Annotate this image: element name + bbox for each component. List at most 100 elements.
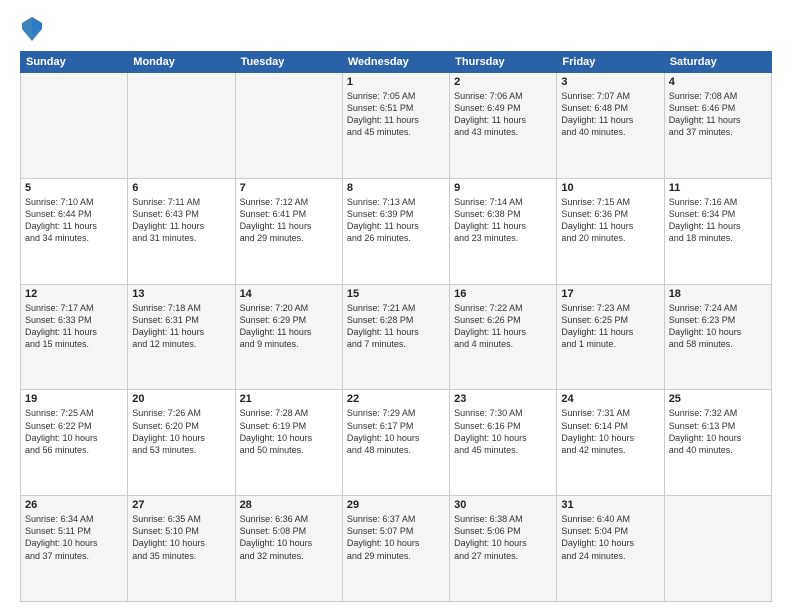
day-number: 18 [669,288,767,300]
day-info: Sunrise: 7:11 AM Sunset: 6:43 PM Dayligh… [132,196,230,245]
calendar-cell: 11Sunrise: 7:16 AM Sunset: 6:34 PM Dayli… [664,178,771,284]
day-number: 2 [454,76,552,88]
day-number: 5 [25,182,123,194]
calendar-cell: 1 Sunrise: 7:05 AM Sunset: 6:51 PM Daylig… [342,73,449,179]
day-info: Sunrise: 7:14 AM Sunset: 6:38 PM Dayligh… [454,196,552,245]
calendar-cell: 30Sunrise: 6:38 AM Sunset: 5:06 PM Dayli… [450,496,557,602]
day-number: 12 [25,288,123,300]
day-number: 16 [454,288,552,300]
calendar-cell: 22 Sunrise: 7:29 AM Sunset: 6:17 PM Dayli… [342,390,449,496]
weekday-header-wednesday: Wednesday [342,52,449,73]
calendar-cell: 27 Sunrise: 6:35 AM Sunset: 5:10 PM Dayli… [128,496,235,602]
calendar-cell: 19 Sunrise: 7:25 AM Sunset: 6:22 PM Dayli… [21,390,128,496]
weekday-header-monday: Monday [128,52,235,73]
day-info: Sunrise: 7:17 AM Sunset: 6:33 PM Dayligh… [25,302,123,351]
day-info: Sunrise: 6:34 AM Sunset: 5:11 PM Dayligh… [25,513,123,562]
day-number: 17 [561,288,659,300]
day-info: Sunrise: 7:13 AM Sunset: 6:39 PM Dayligh… [347,196,445,245]
header [20,15,772,43]
weekday-header-tuesday: Tuesday [235,52,342,73]
calendar-cell: 12 Sunrise: 7:17 AM Sunset: 6:33 PM Dayli… [21,284,128,390]
week-row-5: 26 Sunrise: 6:34 AM Sunset: 5:11 PM Dayli… [21,496,772,602]
calendar-cell: 13 Sunrise: 7:18 AM Sunset: 6:31 PM Dayli… [128,284,235,390]
day-info: Sunrise: 7:31 AM Sunset: 6:14 PM Dayligh… [561,407,659,456]
day-info: Sunrise: 6:35 AM Sunset: 5:10 PM Dayligh… [132,513,230,562]
calendar-cell: 8 Sunrise: 7:13 AM Sunset: 6:39 PM Daylig… [342,178,449,284]
day-number: 20 [132,393,230,405]
week-row-4: 19 Sunrise: 7:25 AM Sunset: 6:22 PM Dayli… [21,390,772,496]
day-number: 27 [132,499,230,511]
calendar-cell: 5 Sunrise: 7:10 AM Sunset: 6:44 PM Daylig… [21,178,128,284]
day-info: Sunrise: 7:22 AM Sunset: 6:26 PM Dayligh… [454,302,552,351]
day-info: Sunrise: 7:23 AM Sunset: 6:25 PM Dayligh… [561,302,659,351]
weekday-header-row: SundayMondayTuesdayWednesdayThursdayFrid… [21,52,772,73]
day-number: 7 [240,182,338,194]
calendar-cell [235,73,342,179]
calendar-cell: 26 Sunrise: 6:34 AM Sunset: 5:11 PM Dayli… [21,496,128,602]
calendar-cell: 28Sunrise: 6:36 AM Sunset: 5:08 PM Dayli… [235,496,342,602]
day-number: 29 [347,499,445,511]
day-info: Sunrise: 7:18 AM Sunset: 6:31 PM Dayligh… [132,302,230,351]
logo [20,15,48,43]
day-info: Sunrise: 7:26 AM Sunset: 6:20 PM Dayligh… [132,407,230,456]
day-number: 4 [669,76,767,88]
day-info: Sunrise: 7:12 AM Sunset: 6:41 PM Dayligh… [240,196,338,245]
calendar-cell: 17 Sunrise: 7:23 AM Sunset: 6:25 PM Dayli… [557,284,664,390]
calendar-cell: 7 Sunrise: 7:12 AM Sunset: 6:41 PM Daylig… [235,178,342,284]
day-info: Sunrise: 7:25 AM Sunset: 6:22 PM Dayligh… [25,407,123,456]
day-number: 3 [561,76,659,88]
day-number: 1 [347,76,445,88]
week-row-3: 12 Sunrise: 7:17 AM Sunset: 6:33 PM Dayli… [21,284,772,390]
calendar-cell: 25 Sunrise: 7:32 AM Sunset: 6:13 PM Dayli… [664,390,771,496]
calendar-cell [128,73,235,179]
calendar-table: SundayMondayTuesdayWednesdayThursdayFrid… [20,51,772,602]
day-info: Sunrise: 7:21 AM Sunset: 6:28 PM Dayligh… [347,302,445,351]
day-info: Sunrise: 7:20 AM Sunset: 6:29 PM Dayligh… [240,302,338,351]
calendar-cell: 6 Sunrise: 7:11 AM Sunset: 6:43 PM Daylig… [128,178,235,284]
calendar-cell: 16 Sunrise: 7:22 AM Sunset: 6:26 PM Dayli… [450,284,557,390]
day-number: 24 [561,393,659,405]
day-number: 23 [454,393,552,405]
day-number: 14 [240,288,338,300]
calendar-cell: 18Sunrise: 7:24 AM Sunset: 6:23 PM Dayli… [664,284,771,390]
calendar-cell: 29 Sunrise: 6:37 AM Sunset: 5:07 PM Dayli… [342,496,449,602]
calendar-cell: 10Sunrise: 7:15 AM Sunset: 6:36 PM Dayli… [557,178,664,284]
day-info: Sunrise: 7:07 AM Sunset: 6:48 PM Dayligh… [561,90,659,139]
day-number: 26 [25,499,123,511]
day-number: 6 [132,182,230,194]
day-number: 15 [347,288,445,300]
weekday-header-thursday: Thursday [450,52,557,73]
calendar-cell: 9 Sunrise: 7:14 AM Sunset: 6:38 PM Daylig… [450,178,557,284]
day-info: Sunrise: 7:29 AM Sunset: 6:17 PM Dayligh… [347,407,445,456]
calendar-cell: 3 Sunrise: 7:07 AM Sunset: 6:48 PM Daylig… [557,73,664,179]
day-number: 31 [561,499,659,511]
day-info: Sunrise: 6:37 AM Sunset: 5:07 PM Dayligh… [347,513,445,562]
calendar-cell [21,73,128,179]
calendar-cell [664,496,771,602]
day-info: Sunrise: 7:05 AM Sunset: 6:51 PM Dayligh… [347,90,445,139]
day-number: 19 [25,393,123,405]
page: SundayMondayTuesdayWednesdayThursdayFrid… [0,0,792,612]
day-info: Sunrise: 7:16 AM Sunset: 6:34 PM Dayligh… [669,196,767,245]
calendar-cell: 14 Sunrise: 7:20 AM Sunset: 6:29 PM Dayli… [235,284,342,390]
day-number: 9 [454,182,552,194]
day-number: 22 [347,393,445,405]
day-info: Sunrise: 7:10 AM Sunset: 6:44 PM Dayligh… [25,196,123,245]
week-row-2: 5 Sunrise: 7:10 AM Sunset: 6:44 PM Daylig… [21,178,772,284]
calendar-cell: 2Sunrise: 7:06 AM Sunset: 6:49 PM Daylig… [450,73,557,179]
calendar-cell: 24 Sunrise: 7:31 AM Sunset: 6:14 PM Dayli… [557,390,664,496]
weekday-header-sunday: Sunday [21,52,128,73]
day-info: Sunrise: 6:36 AM Sunset: 5:08 PM Dayligh… [240,513,338,562]
day-info: Sunrise: 6:40 AM Sunset: 5:04 PM Dayligh… [561,513,659,562]
day-info: Sunrise: 7:32 AM Sunset: 6:13 PM Dayligh… [669,407,767,456]
day-number: 21 [240,393,338,405]
day-number: 8 [347,182,445,194]
weekday-header-friday: Friday [557,52,664,73]
day-number: 13 [132,288,230,300]
day-info: Sunrise: 7:30 AM Sunset: 6:16 PM Dayligh… [454,407,552,456]
logo-icon [20,15,44,43]
calendar-cell: 15 Sunrise: 7:21 AM Sunset: 6:28 PM Dayli… [342,284,449,390]
weekday-header-saturday: Saturday [664,52,771,73]
day-number: 25 [669,393,767,405]
calendar-cell: 4Sunrise: 7:08 AM Sunset: 6:46 PM Daylig… [664,73,771,179]
